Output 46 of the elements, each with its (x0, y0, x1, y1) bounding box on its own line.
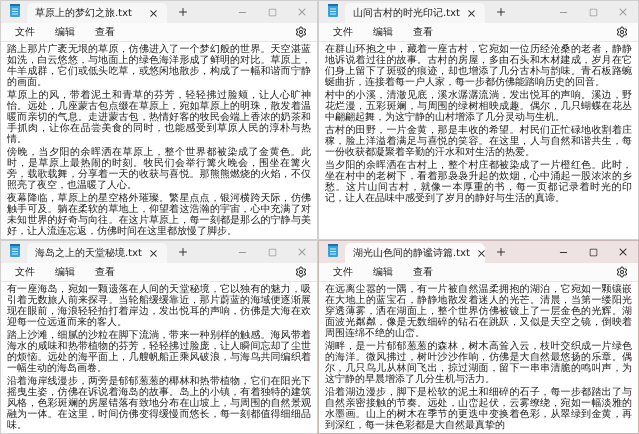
settings-icon[interactable] (616, 26, 628, 38)
notepad-icon (9, 4, 21, 18)
paragraph: 沿着湖边漫步，脚下是松软的泥土和细碎的石子，每一步都踏出了与自然亲密接触的节奏。远处，山峦起伏，云雾缭绕，宛如一幅淡雅的水墨画。山上的树木在季节的更迭中变换着色彩，从翠绿到金黄，再到深红，每一抹色彩都是大自然最真挚的 (325, 387, 632, 431)
new-tab-icon[interactable] (177, 246, 189, 258)
paragraph: 在远离尘嚣的一隅，有一片被自然温柔拥抱的湖泊，它宛如一颗镶嵌在大地上的蓝宝石，静静地散发着迷人的光芒。清晨，当第一缕阳光穿透薄雾，洒在湖面上，整个世界仿佛被镀上了一层金色的光辉。湖面波光粼粼，像是无数细碎的钻石在跳跃，又似是天空之镜，倒映着周围连绵不绝的山峦。 (325, 284, 632, 339)
file-tab[interactable]: 海岛之上的天堂秘境.txt (27, 243, 167, 263)
settings-icon[interactable] (295, 266, 307, 278)
close-tab-icon[interactable] (148, 248, 159, 258)
menu-item[interactable]: 文件 (7, 263, 43, 281)
close-tab-icon[interactable] (466, 8, 477, 18)
menu-item[interactable]: 文件 (325, 263, 361, 281)
close-tab-icon[interactable] (476, 248, 487, 258)
paragraph: 有一座海岛，宛如一颗遗落在人间的天堂秘境，它以独有的魅力，吸引着无数旅人前来探寻。当轮船缓缓靠近，那片蔚蓝的海域便逐渐展现在眼前，海浪轻轻拍打着岸边，发出悦耳的声响，仿佛是大海在欢迎每一位远道而来的客人。 (7, 284, 311, 328)
notepad-icon (327, 4, 339, 18)
paragraph: 村中的小溪，清澈见底，溪水潺潺流淌，发出悦耳的声响。溪边，野花烂漫，五彩斑斓，与周围的绿树相映成趣。偶尔，几只蝴蝶在花丛中翩翩起舞，为这宁静的山村增添了几分灵动与生机。 (325, 90, 632, 123)
menu-item[interactable]: 编辑 (365, 263, 401, 281)
settings-icon[interactable] (616, 266, 628, 278)
paragraph: 夜幕降临，草原上的星空格外璀璨。繁星点点，银河横跨天际，仿佛触手可及。躺在柔软的草地上，仰望着这浩瀚的宇宙，心中充满了对未知世界的好奇与向往。在这片草原上，每一刻都是那么的宁静与美好，让人流连忘返，仿佛时间在这里都放慢了脚步。 (7, 193, 311, 237)
notepad-icon (327, 244, 339, 258)
paragraph: 当夕阳的余晖洒在古村上，整个村庄都被染成了一片橙红色。此时，坐在村中的老树下，看着那袅袅升起的炊烟，心中涌起一股浓浓的乡愁。这片山间古村，就像一本厚重的书，每一页都记录着时光的印记，让人在品味中感受到了岁月的静好与生活的真谛。 (325, 160, 632, 204)
paragraph: 踏上那片广袤无垠的草原，仿佛进入了一个梦幻般的世界。天空湛蓝如洗，白云悠悠，与地面上的绿色海洋形成了鲜明的对比。草原上，牛羊成群，它们或低头吃草，或悠闲地散步，构成了一幅和谐而宁静的画面。 (7, 44, 311, 88)
file-tab[interactable]: 湖光山色间的静谧诗篇.txt (345, 243, 485, 263)
paragraph: 古村的田野，一片金黄，那是丰收的希望。村民们正忙碌地收割着庄稼，脸上洋溢着满足与喜悦的笑容。在这里，人与自然和谐共生，每一份收获都凝聚着辛勤的汗水和对生活的热爱。 (325, 125, 632, 158)
settings-icon[interactable] (295, 26, 307, 38)
file-tab[interactable]: 山间古村的时光印记.txt (345, 3, 485, 23)
paragraph: 草原上的风，带着泥土和青草的芬芳，轻轻拂过脸颊，让人心旷神怡。远处，几座蒙古包点缀在草原上，宛如草原上的明珠，散发着温暖而亲切的气息。走进蒙古包，热情好客的牧民会端上香浓的奶茶和手抓肉，让你在品尝美食的同时，也能感受到草原人民的淳朴与热情。 (7, 90, 311, 145)
menu-item[interactable]: 查看 (87, 23, 123, 41)
file-tab[interactable]: 草原上的梦幻之旅.txt (27, 3, 167, 23)
new-tab-icon[interactable] (495, 246, 507, 258)
notepad-icon (9, 244, 21, 258)
paragraph: 沿着海岸线漫步，两旁是郁郁葱葱的椰林和热带植物，它们在阳光下摇曳生姿，仿佛在诉说着海岛的故事。岛上的小镇，有着独特的建筑风格，色彩斑斓的房屋错落有致地分布在山坡上，与周围的自然景观融为一体。在这里，时间仿佛变得缓慢而悠长，每一刻都值得细细品味。 (7, 376, 311, 431)
close-tab-icon[interactable] (148, 8, 159, 18)
new-tab-icon[interactable] (177, 6, 189, 18)
menu-item[interactable]: 编辑 (47, 263, 83, 281)
paragraph: 踏上沙滩，细腻的沙粒在脚下流淌，带来一种别样的触感。海风带着海水的咸味和热带植物的芬芳，轻轻拂过脸庞，让人瞬间忘却了尘世的烦恼。远处的海平面上，几艘帆船正乘风破浪，与海鸟共同编织着一幅生动的海岛画卷。 (7, 330, 311, 374)
new-tab-icon[interactable] (495, 6, 507, 18)
menu-item[interactable]: 查看 (405, 23, 441, 41)
paragraph: 湖畔，是一片郁郁葱葱的森林，树木高耸入云，枝叶交织成一片绿色的海洋。微风拂过，树叶沙沙作响，仿佛是大自然最悠扬的乐章。偶尔，几只鸟儿从林间飞出，掠过湖面，留下一串串清脆的鸣叫声，为这宁静的早晨增添了几分生机与活力。 (325, 341, 632, 385)
paragraph: 傍晚，当夕阳的余晖洒在草原上，整个世界都被染成了金黄色。此时，是草原上最热闹的时刻。牧民们会举行篝火晚会，围坐在篝火旁，载歌载舞，分享着一天的收获与喜悦。那熊熊燃烧的火焰，不仅照亮了夜空，也温暖了人心。 (7, 147, 311, 191)
menu-item[interactable]: 文件 (325, 23, 361, 41)
menu-item[interactable]: 编辑 (47, 23, 83, 41)
menu-item[interactable]: 文件 (7, 23, 43, 41)
menu-item[interactable]: 编辑 (365, 23, 401, 41)
menu-item[interactable]: 查看 (405, 263, 441, 281)
menu-item[interactable]: 查看 (87, 263, 123, 281)
paragraph: 在群山环抱之中，藏着一座古村，它宛如一位历经沧桑的老者，静静地诉说着过往的故事。古村的房屋，多由石头和木材建成，岁月在它们身上留下了斑驳的痕迹，却也增添了几分古朴与韵味。青石板路蜿蜒曲折，连接着每一户人家，每一步都仿佛能踏响历史的回音。 (325, 44, 632, 88)
